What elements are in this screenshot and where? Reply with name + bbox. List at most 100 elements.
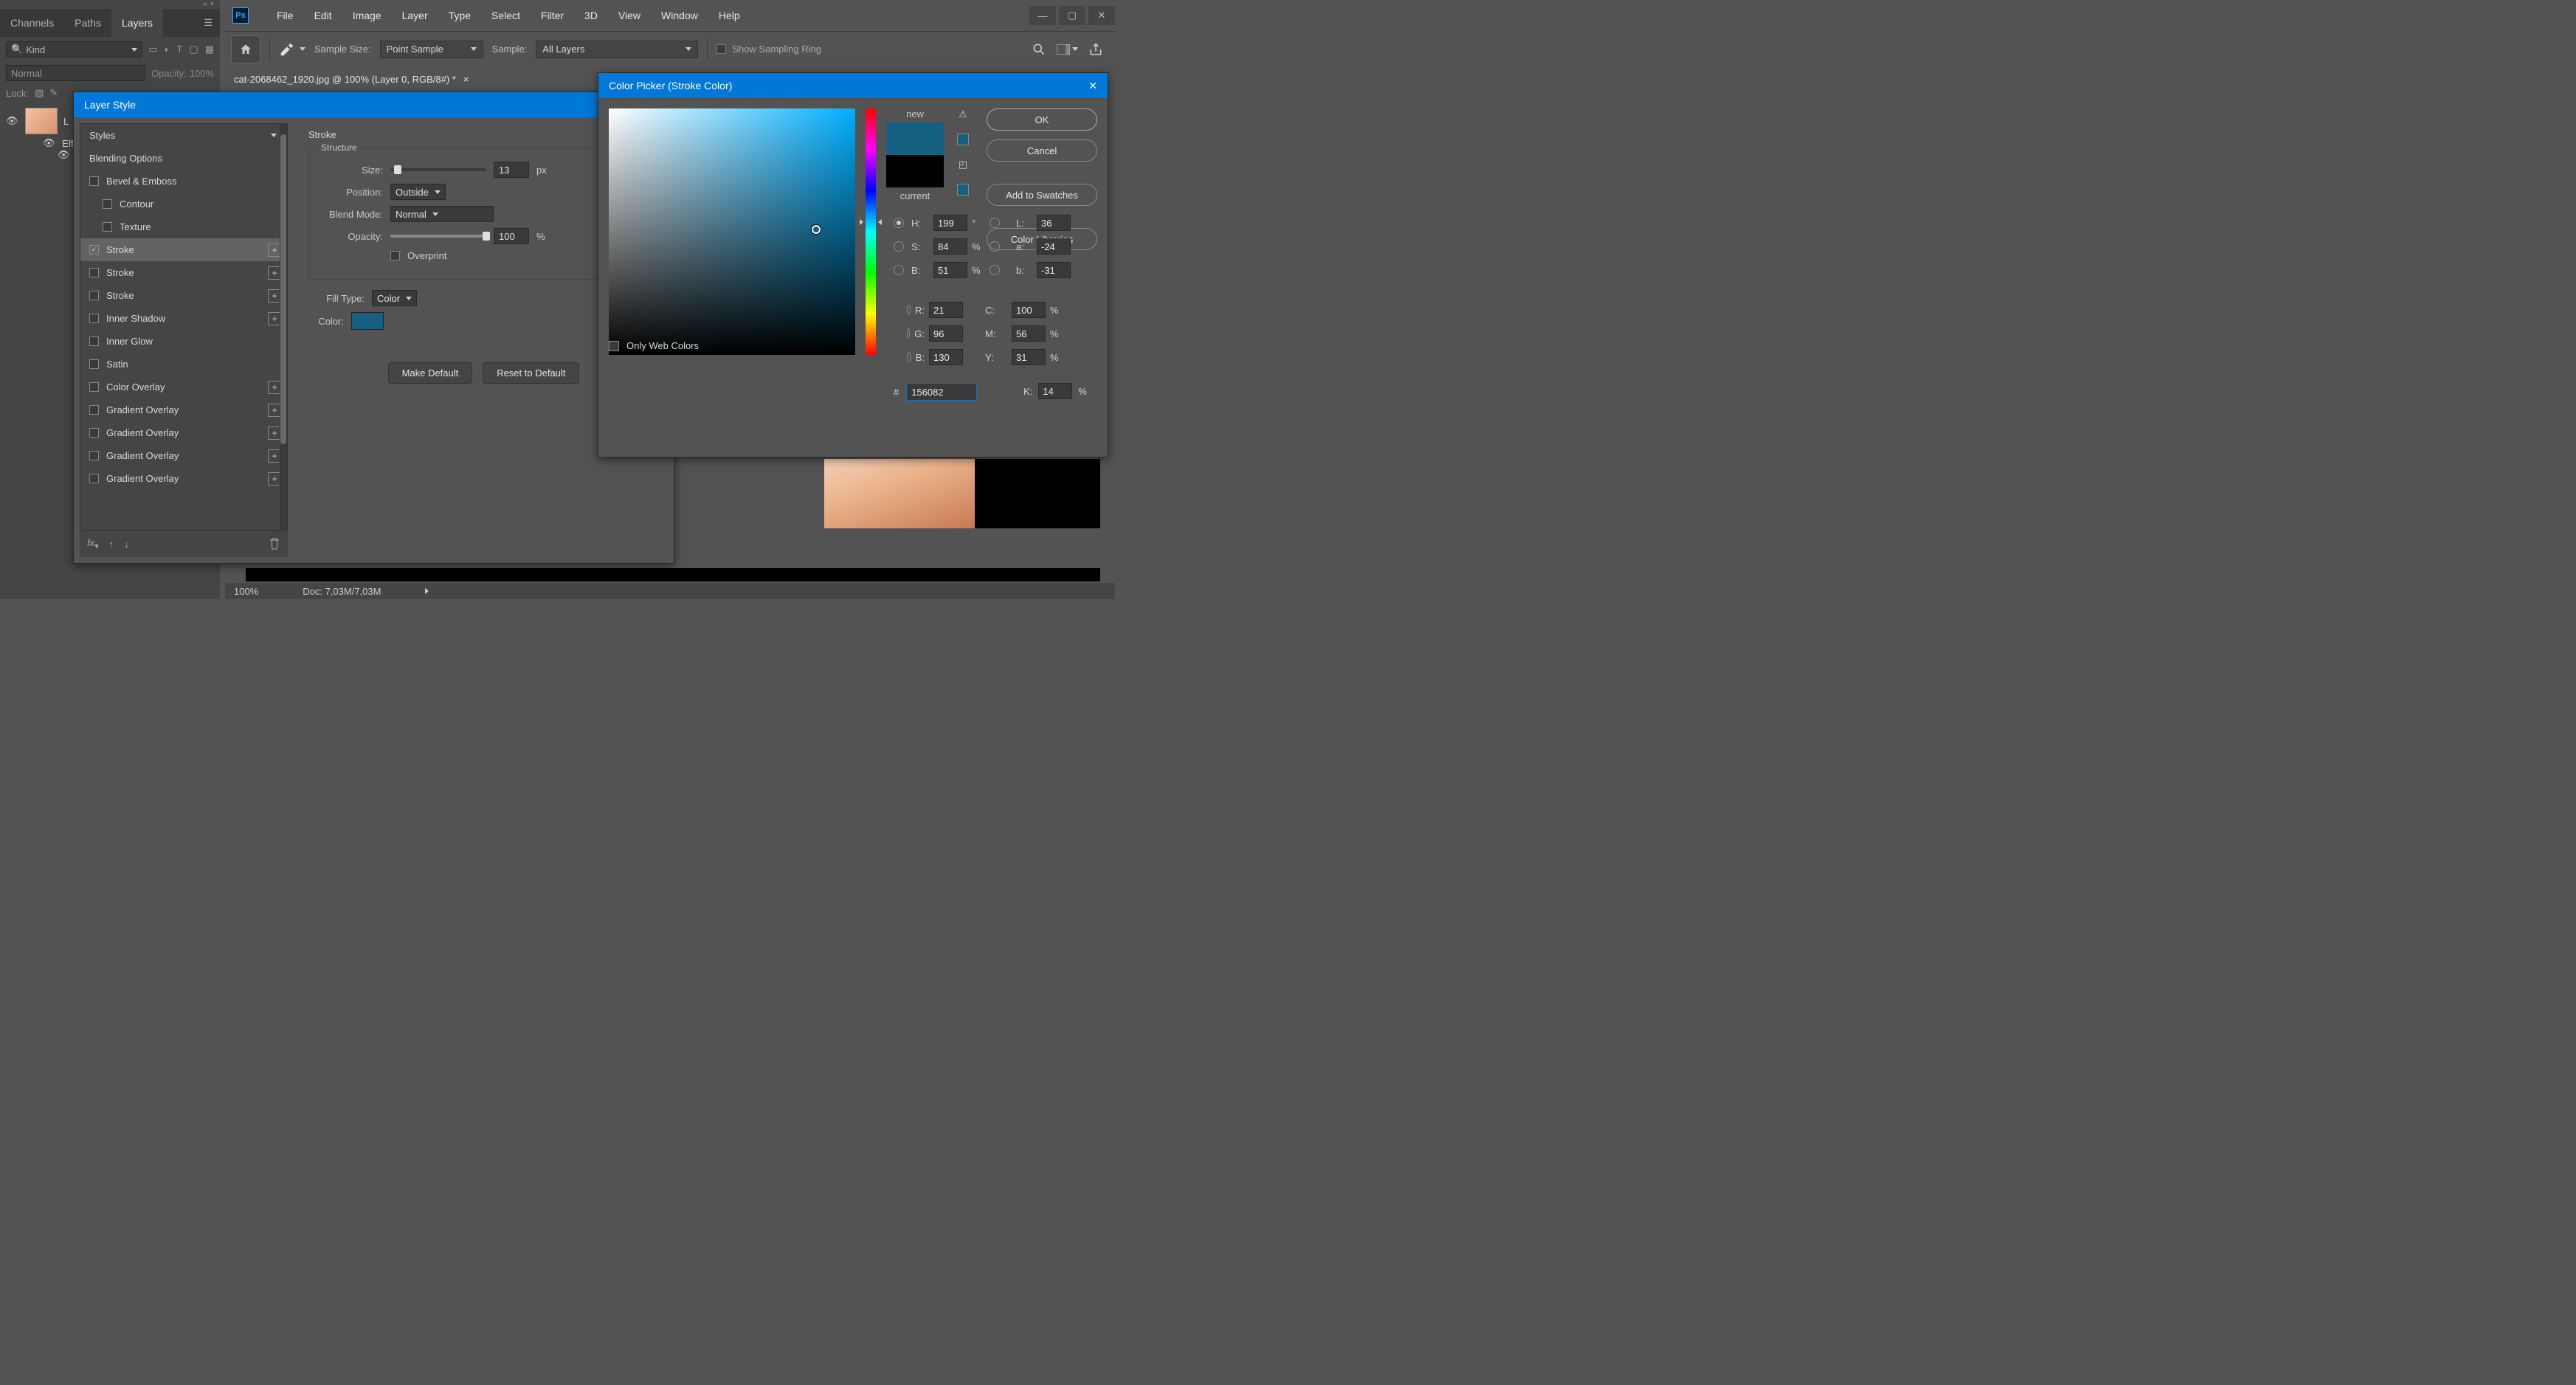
panel-close-icon[interactable]: × xyxy=(210,0,214,9)
cancel-button[interactable]: Cancel xyxy=(987,139,1097,162)
show-sampling-ring-check[interactable]: Show Sampling Ring xyxy=(716,44,821,55)
home-button[interactable] xyxy=(231,35,260,63)
layer-name[interactable]: L xyxy=(63,116,69,127)
close-tab-icon[interactable]: × xyxy=(463,74,469,85)
ls-item-blending-options[interactable]: Blending Options xyxy=(80,147,287,170)
stroke-color-swatch[interactable] xyxy=(351,312,384,330)
checkbox-icon[interactable] xyxy=(89,336,99,346)
slider-handle[interactable] xyxy=(394,165,401,174)
checkbox-icon[interactable] xyxy=(89,176,99,186)
input-bv[interactable]: 51 xyxy=(933,262,967,278)
tool-indicator[interactable] xyxy=(279,41,305,58)
checkbox-icon[interactable] xyxy=(89,382,99,392)
size-input[interactable]: 13 xyxy=(494,162,529,178)
menu-file[interactable]: File xyxy=(266,10,304,21)
opacity-value[interactable]: 100% xyxy=(190,68,214,79)
hex-input[interactable]: 156082 xyxy=(906,383,977,401)
add-swatches-button[interactable]: Add to Swatches xyxy=(987,184,1097,206)
fx-icon[interactable]: fx▾ xyxy=(87,537,99,551)
ls-item-satin[interactable]: Satin xyxy=(80,353,287,376)
size-slider[interactable] xyxy=(390,168,486,171)
slider-handle[interactable] xyxy=(483,232,490,241)
layer-blend-select[interactable]: Normal xyxy=(6,65,145,81)
input-y[interactable]: 31 xyxy=(1012,349,1046,365)
menu-filter[interactable]: Filter xyxy=(531,10,574,21)
move-up-icon[interactable]: ↑ xyxy=(109,539,114,550)
overprint-checkbox[interactable] xyxy=(390,251,400,260)
menu-view[interactable]: View xyxy=(608,10,651,21)
filter-smart-icon[interactable]: ▦ xyxy=(205,44,214,55)
ls-item-stroke[interactable]: Stroke+ xyxy=(80,284,287,307)
menu-edit[interactable]: Edit xyxy=(304,10,342,21)
radio-h[interactable] xyxy=(894,218,904,228)
gamut-warning-icon[interactable]: ⚠ xyxy=(959,108,967,120)
zoom-level[interactable]: 100% xyxy=(234,586,258,597)
saturation-brightness-field[interactable] xyxy=(609,108,855,355)
radio-a[interactable] xyxy=(990,241,1000,252)
ok-button[interactable]: OK xyxy=(987,108,1097,131)
input-s[interactable]: 84 xyxy=(933,238,967,255)
layer-kind-select[interactable]: 🔍 Kind xyxy=(6,41,142,58)
panel-tab-paths[interactable]: Paths xyxy=(64,9,111,37)
ls-item-styles[interactable]: Styles xyxy=(80,124,287,147)
web-colors-checkbox[interactable]: Only Web Colors xyxy=(609,340,699,351)
filter-type-icon[interactable]: T xyxy=(176,44,182,55)
color-picker-titlebar[interactable]: Color Picker (Stroke Color) ✕ xyxy=(598,73,1108,98)
ls-item-texture[interactable]: Texture xyxy=(80,215,287,238)
radio-bv[interactable] xyxy=(894,265,904,275)
close-icon[interactable]: ✕ xyxy=(1088,80,1097,92)
checkbox-icon[interactable]: ✓ xyxy=(89,245,99,255)
ls-item-inner-shadow[interactable]: Inner Shadow+ xyxy=(80,307,287,330)
websafe-cube-icon[interactable]: ◰ xyxy=(959,159,967,170)
checkbox-icon[interactable] xyxy=(103,222,112,232)
share-icon[interactable] xyxy=(1088,42,1103,57)
radio-b[interactable] xyxy=(990,265,1000,275)
input-m[interactable]: 56 xyxy=(1012,325,1046,342)
window-close-icon[interactable]: ✕ xyxy=(1088,6,1115,25)
ls-item-gradient-overlay[interactable]: Gradient Overlay+ xyxy=(80,467,287,490)
ls-item-stroke[interactable]: ✓Stroke+ xyxy=(80,238,287,261)
checkbox-icon[interactable] xyxy=(89,268,99,277)
radio-g[interactable] xyxy=(907,328,910,339)
lock-transparent-icon[interactable]: ▨ xyxy=(35,87,44,99)
window-maximize-icon[interactable]: ▢ xyxy=(1059,6,1085,25)
layer-style-scrollbar[interactable] xyxy=(280,124,287,530)
make-default-button[interactable]: Make Default xyxy=(388,362,473,384)
checkbox-icon[interactable] xyxy=(89,451,99,460)
checkbox-icon[interactable] xyxy=(89,359,99,369)
input-r[interactable]: 21 xyxy=(929,302,963,318)
checkbox-icon[interactable] xyxy=(89,405,99,415)
hue-strip[interactable] xyxy=(866,108,876,355)
opacity-slider[interactable] xyxy=(390,235,486,238)
menu-help[interactable]: Help xyxy=(708,10,750,21)
checkbox-icon[interactable] xyxy=(89,291,99,300)
ls-item-color-overlay[interactable]: Color Overlay+ xyxy=(80,376,287,398)
layer-style-titlebar[interactable]: Layer Style xyxy=(74,92,674,117)
chevron-right-icon[interactable] xyxy=(425,588,429,594)
ls-item-gradient-overlay[interactable]: Gradient Overlay+ xyxy=(80,421,287,444)
ls-item-gradient-overlay[interactable]: Gradient Overlay+ xyxy=(80,444,287,467)
ls-item-bevel-emboss[interactable]: Bevel & Emboss xyxy=(80,170,287,193)
move-down-icon[interactable]: ↓ xyxy=(124,539,129,550)
input-a[interactable]: -24 xyxy=(1037,238,1071,255)
checkbox-icon[interactable] xyxy=(103,199,112,209)
lock-brush-icon[interactable]: ✎ xyxy=(49,87,58,99)
document-tab[interactable]: cat-2068462_1920.jpg @ 100% (Layer 0, RG… xyxy=(225,74,477,85)
input-h[interactable]: 199 xyxy=(933,215,967,231)
reset-default-button[interactable]: Reset to Default xyxy=(483,362,579,384)
radio-bc[interactable] xyxy=(907,352,911,362)
input-g[interactable]: 96 xyxy=(929,325,963,342)
menu-layer[interactable]: Layer xyxy=(392,10,438,21)
window-minimize-icon[interactable]: — xyxy=(1029,6,1056,25)
gamut-color-swatch[interactable] xyxy=(957,134,969,145)
visibility-icon[interactable]: 👁 xyxy=(43,137,56,149)
checkbox-icon[interactable] xyxy=(89,314,99,323)
position-select[interactable]: Outside xyxy=(390,184,446,200)
menu-image[interactable]: Image xyxy=(342,10,392,21)
filltype-select[interactable]: Color xyxy=(372,290,417,306)
input-l[interactable]: 36 xyxy=(1037,215,1071,231)
layer-thumbnail[interactable] xyxy=(25,108,58,134)
visibility-icon[interactable]: 👁 xyxy=(58,149,71,161)
input-c[interactable]: 100 xyxy=(1012,302,1046,318)
menu-select[interactable]: Select xyxy=(481,10,531,21)
